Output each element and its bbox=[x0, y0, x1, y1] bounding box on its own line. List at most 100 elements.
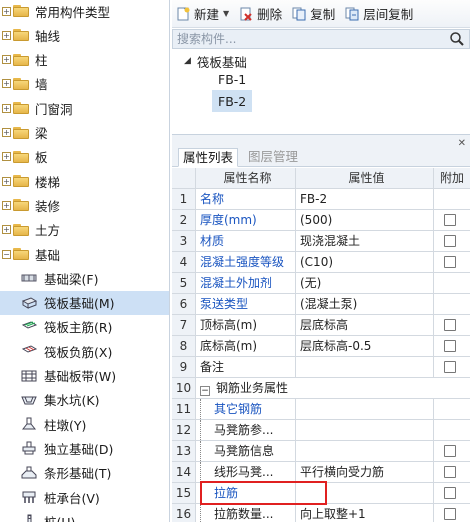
property-name-cell[interactable]: 备注 bbox=[196, 357, 296, 377]
property-value-cell[interactable] bbox=[296, 441, 434, 461]
add-checkbox[interactable] bbox=[444, 508, 456, 520]
tree-category-row[interactable]: + 门窗洞 bbox=[0, 96, 169, 120]
tree-category-row[interactable]: + 梁 bbox=[0, 121, 169, 145]
tree-category-row[interactable]: + 轴线 bbox=[0, 23, 169, 47]
property-value-cell[interactable]: 向上取整+1 bbox=[296, 504, 434, 522]
property-name-cell[interactable]: − 钢筋业务属性 bbox=[196, 378, 434, 398]
add-checkbox[interactable] bbox=[444, 319, 456, 331]
property-row[interactable]: 7 顶标高(m) 层底标高 bbox=[172, 315, 470, 336]
property-row[interactable]: 2 厚度(mm) (500) bbox=[172, 210, 470, 231]
component-item-fb1[interactable]: FB-1 bbox=[218, 68, 246, 90]
tree-category-row[interactable]: + 墙 bbox=[0, 72, 169, 96]
tree-child-row[interactable]: 柱墩(Y) bbox=[0, 412, 169, 436]
tree-child-row[interactable]: 桩(U) bbox=[0, 509, 169, 522]
delete-button[interactable]: 删除 bbox=[239, 4, 282, 23]
new-button[interactable]: 新建 ▼ bbox=[176, 4, 229, 23]
property-value-cell[interactable]: FB-2 bbox=[296, 189, 434, 209]
property-name-cell[interactable]: 厚度(mm) bbox=[196, 210, 296, 230]
tree-child-row[interactable]: 基础板带(W) bbox=[0, 364, 169, 388]
tree-category-row[interactable]: + 板 bbox=[0, 145, 169, 169]
property-row[interactable]: 14 线形马凳... 平行横向受力筋 bbox=[172, 462, 470, 483]
property-name-cell[interactable]: 顶标高(m) bbox=[196, 315, 296, 335]
expand-icon[interactable]: + bbox=[2, 30, 11, 40]
tree-child-row[interactable]: 集水坑(K) bbox=[0, 388, 169, 412]
expand-icon[interactable]: + bbox=[2, 103, 11, 113]
component-search-input[interactable] bbox=[173, 30, 443, 48]
expand-icon[interactable]: + bbox=[2, 225, 11, 235]
property-row[interactable]: 9 备注 bbox=[172, 357, 470, 378]
component-item-fb2[interactable]: FB-2 bbox=[212, 90, 253, 112]
expand-icon[interactable]: + bbox=[2, 79, 11, 89]
property-name-cell[interactable]: 混凝土强度等级 bbox=[196, 252, 296, 272]
property-row[interactable]: 8 底标高(m) 层底标高-0.5 bbox=[172, 336, 470, 357]
tree-child-row[interactable]: 条形基础(T) bbox=[0, 461, 169, 485]
property-name-cell[interactable]: 拉筋数量... bbox=[196, 504, 296, 522]
property-row[interactable]: 15 拉筋 bbox=[172, 483, 470, 504]
tree-category-row[interactable]: + 柱 bbox=[0, 48, 169, 72]
property-name-cell[interactable]: 名称 bbox=[196, 189, 296, 209]
expand-icon[interactable]: + bbox=[2, 55, 11, 65]
property-name-cell[interactable]: 线形马凳... bbox=[196, 462, 296, 482]
tab-property-list[interactable]: 属性列表 bbox=[178, 148, 239, 167]
tree-category-row[interactable]: + 装修 bbox=[0, 193, 169, 217]
tree-category-row[interactable]: + 土方 bbox=[0, 218, 169, 242]
tree-child-row[interactable]: 独立基础(D) bbox=[0, 436, 169, 460]
property-name-cell[interactable]: 其它钢筋 bbox=[196, 399, 296, 419]
tree-child-row[interactable]: 筏板负筋(X) bbox=[0, 339, 169, 363]
property-name-cell[interactable]: 底标高(m) bbox=[196, 336, 296, 356]
tree-child-row[interactable]: 桩承台(V) bbox=[0, 485, 169, 509]
property-name-cell[interactable]: 马凳筋信息 bbox=[196, 441, 296, 461]
property-value-cell[interactable]: (无) bbox=[296, 273, 434, 293]
property-value-cell[interactable]: (500) bbox=[296, 210, 434, 230]
tree-category-row[interactable]: + 常用构件类型 bbox=[0, 0, 169, 23]
expand-icon[interactable]: + bbox=[2, 128, 11, 137]
tree-child-row[interactable]: 筏板主筋(R) bbox=[0, 315, 169, 339]
property-row[interactable]: 3 材质 现浇混凝土 bbox=[172, 231, 470, 252]
property-row[interactable]: 13 马凳筋信息 bbox=[172, 441, 470, 462]
copy-button[interactable]: 复制 bbox=[292, 4, 335, 23]
property-value-cell[interactable]: (混凝土泵) bbox=[296, 294, 434, 314]
add-checkbox[interactable] bbox=[444, 361, 456, 373]
property-row[interactable]: 16 拉筋数量... 向上取整+1 bbox=[172, 504, 470, 522]
add-checkbox[interactable] bbox=[444, 214, 456, 226]
tab-layer-management[interactable]: 图层管理 bbox=[244, 148, 302, 167]
search-icon[interactable] bbox=[449, 31, 465, 47]
add-checkbox[interactable] bbox=[444, 445, 456, 457]
property-row[interactable]: 6 泵送类型 (混凝土泵) bbox=[172, 294, 470, 315]
property-value-cell[interactable] bbox=[296, 357, 434, 377]
property-value-cell[interactable]: 现浇混凝土 bbox=[296, 231, 434, 251]
property-value-cell[interactable]: (C10) bbox=[296, 252, 434, 272]
property-row[interactable]: 10− 钢筋业务属性 bbox=[172, 378, 470, 399]
property-value-cell[interactable] bbox=[296, 399, 434, 419]
tree-child-row[interactable]: 筏板基础(M) bbox=[0, 290, 169, 315]
property-row[interactable]: 11 其它钢筋 bbox=[172, 399, 470, 420]
floor-copy-button[interactable]: 层间复制 bbox=[345, 4, 413, 23]
expand-icon[interactable]: + bbox=[2, 176, 11, 186]
tree-child-row[interactable]: 基础梁(F) bbox=[0, 266, 169, 290]
property-row[interactable]: 12 马凳筋参... bbox=[172, 420, 470, 441]
chevron-down-icon[interactable]: ▼ bbox=[223, 9, 229, 18]
property-name-cell[interactable]: 马凳筋参... bbox=[196, 420, 296, 440]
add-checkbox[interactable] bbox=[444, 340, 456, 352]
property-name-cell[interactable]: 材质 bbox=[196, 231, 296, 251]
collapse-icon[interactable]: − bbox=[200, 386, 210, 396]
property-row[interactable]: 5 混凝土外加剂 (无) bbox=[172, 273, 470, 294]
add-checkbox[interactable] bbox=[444, 235, 456, 247]
property-row[interactable]: 1 名称 FB-2 bbox=[172, 189, 470, 210]
expand-icon[interactable]: + bbox=[2, 200, 11, 210]
add-checkbox[interactable] bbox=[444, 466, 456, 478]
expand-icon[interactable]: + bbox=[2, 152, 11, 162]
property-name-cell[interactable]: 混凝土外加剂 bbox=[196, 273, 296, 293]
property-value-cell[interactable]: 层底标高-0.5 bbox=[296, 336, 434, 356]
property-name-cell[interactable]: 拉筋 bbox=[196, 483, 296, 503]
property-value-cell[interactable]: 层底标高 bbox=[296, 315, 434, 335]
tree-category-row[interactable]: − 基础 bbox=[0, 242, 169, 266]
tree-category-row[interactable]: + 楼梯 bbox=[0, 169, 169, 193]
property-value-cell[interactable] bbox=[296, 483, 434, 503]
pin-icon[interactable]: ✕ bbox=[458, 138, 466, 149]
property-name-cell[interactable]: 泵送类型 bbox=[196, 294, 296, 314]
collapse-triangle-icon[interactable]: ◢ bbox=[184, 56, 191, 66]
property-value-cell[interactable]: 平行横向受力筋 bbox=[296, 462, 434, 482]
collapse-icon[interactable]: − bbox=[2, 249, 11, 259]
expand-icon[interactable]: + bbox=[2, 6, 11, 16]
